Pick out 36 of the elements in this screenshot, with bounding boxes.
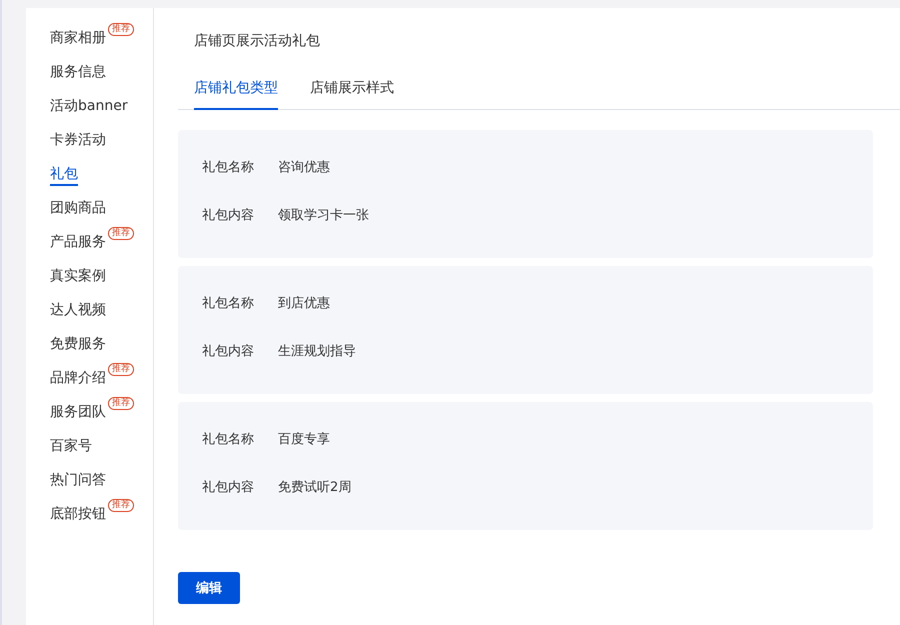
tab[interactable]: 店铺展示样式 [310, 70, 394, 110]
recommend-badge: 推荐 [108, 499, 134, 512]
page-title: 店铺页展示活动礼包 [193, 32, 321, 51]
sidebar-item[interactable]: 真实案例 [50, 266, 106, 288]
field-label: 礼包内容 [202, 207, 254, 225]
edit-button[interactable]: 编辑 [178, 572, 240, 604]
sidebar-item[interactable]: 百家号 [50, 436, 92, 458]
sidebar-item[interactable]: 服务信息 [50, 62, 106, 84]
sidebar-item[interactable]: 服务团队 [50, 402, 106, 424]
sidebar-item[interactable]: 达人视频 [50, 300, 106, 322]
field-label: 礼包内容 [202, 343, 254, 361]
sidebar-item[interactable]: 团购商品 [50, 198, 106, 220]
field-value: 百度专享 [278, 431, 330, 449]
sidebar-item[interactable]: 礼包 [50, 164, 78, 186]
recommend-badge: 推荐 [108, 397, 134, 410]
field-label: 礼包内容 [202, 479, 254, 497]
field-label: 礼包名称 [202, 159, 254, 177]
field-value: 领取学习卡一张 [278, 207, 369, 225]
sidebar-item[interactable]: 品牌介绍 [50, 368, 106, 390]
recommend-badge: 推荐 [108, 227, 134, 240]
field-value: 咨询优惠 [278, 159, 330, 177]
field-value: 生涯规划指导 [278, 343, 356, 361]
recommend-badge: 推荐 [108, 363, 134, 376]
sidebar-item[interactable]: 热门问答 [50, 470, 106, 492]
sidebar-item[interactable]: 产品服务 [50, 232, 106, 254]
sidebar-item[interactable]: 活动banner [50, 96, 128, 118]
sidebar-item[interactable]: 卡券活动 [50, 130, 106, 152]
sidebar-item[interactable]: 底部按钮 [50, 504, 106, 526]
field-value: 免费试听2周 [278, 479, 352, 497]
field-label: 礼包名称 [202, 295, 254, 313]
sidebar-item[interactable]: 免费服务 [50, 334, 106, 356]
tab[interactable]: 店铺礼包类型 [194, 70, 278, 110]
field-value: 到店优惠 [278, 295, 330, 313]
sidebar-item[interactable]: 商家相册 [50, 28, 106, 50]
field-label: 礼包名称 [202, 431, 254, 449]
recommend-badge: 推荐 [108, 23, 134, 36]
